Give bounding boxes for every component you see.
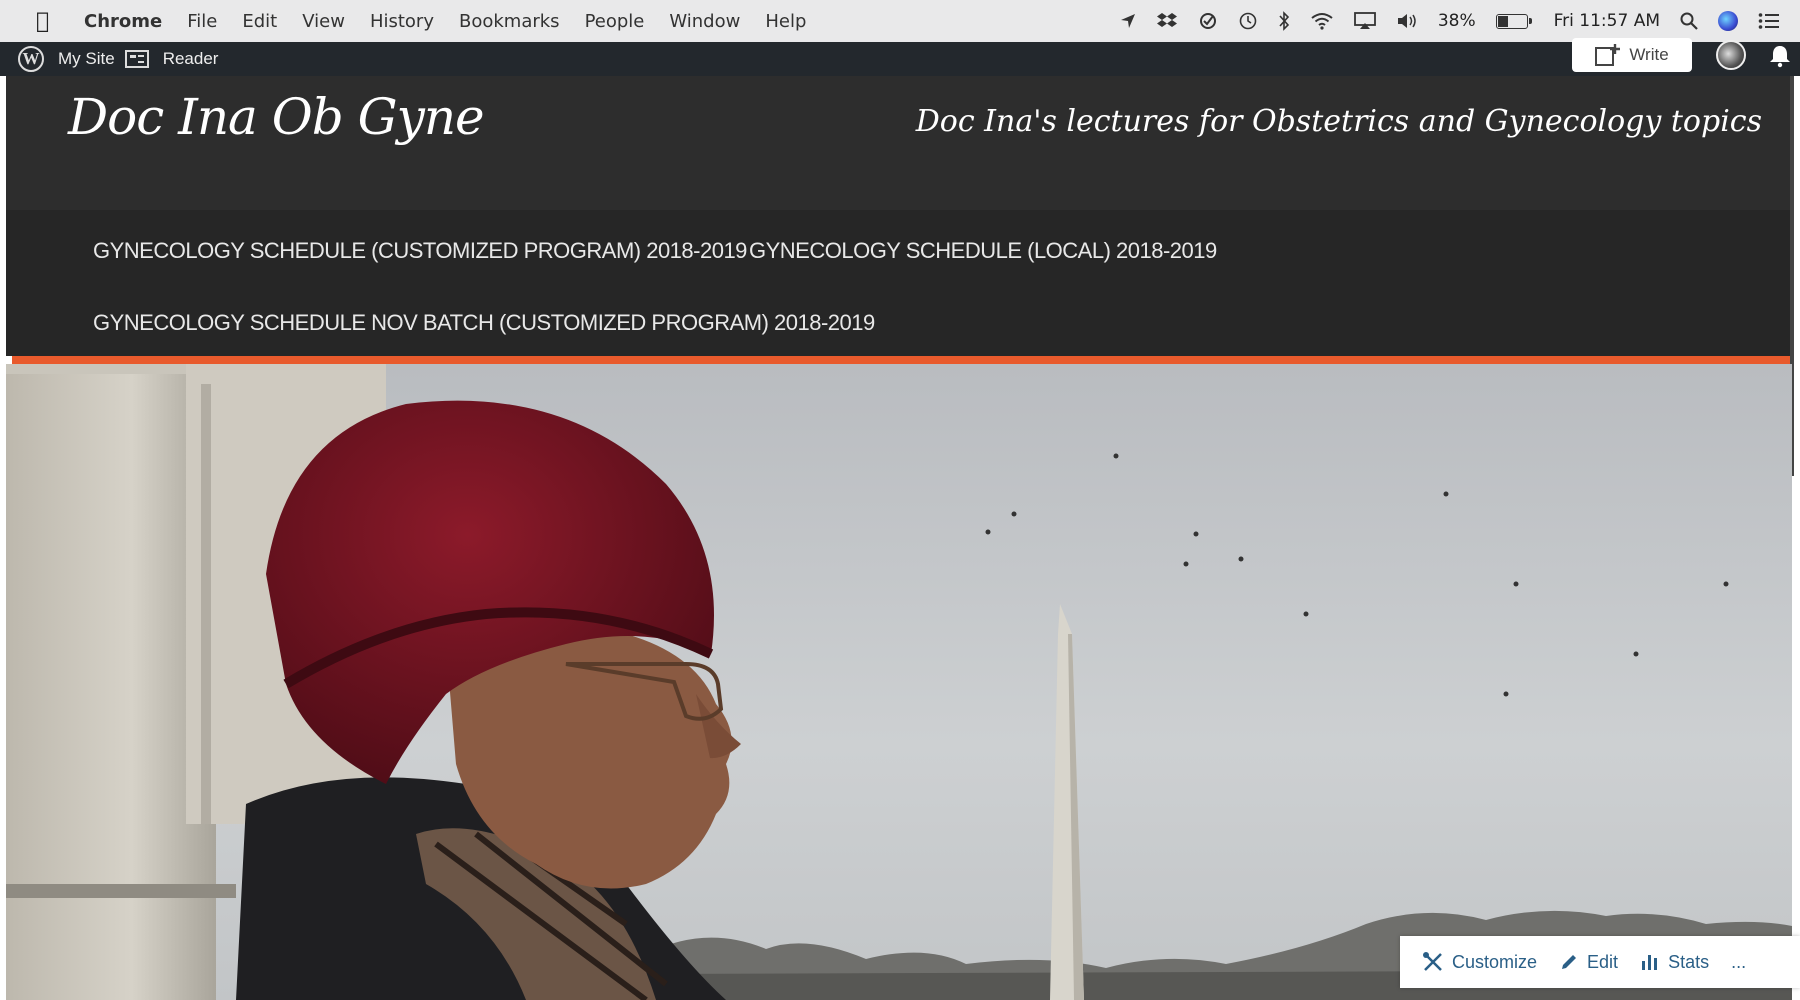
write-button[interactable]: Write (1572, 38, 1692, 72)
header-image (6, 364, 1792, 1000)
site-actions-toolbar: Customize Edit Stats ... (1400, 936, 1800, 988)
menu-view[interactable]: View (302, 11, 345, 32)
airplay-icon[interactable] (1353, 12, 1376, 30)
wordpress-logo-icon[interactable]: W (18, 46, 44, 72)
site-title[interactable]: Doc Ina Ob Gyne (68, 88, 485, 146)
volume-icon[interactable] (1396, 12, 1418, 30)
customize-tools-icon (1423, 952, 1442, 971)
menu-file[interactable]: File (187, 11, 217, 32)
nav-item-gynecology-customized[interactable]: GYNECOLOGY SCHEDULE (CUSTOMIZED PROGRAM)… (93, 238, 747, 264)
user-avatar[interactable] (1716, 40, 1746, 70)
menu-bookmarks[interactable]: Bookmarks (459, 11, 560, 32)
main-navigation: GYNECOLOGY SCHEDULE (CUSTOMIZED PROGRAM)… (6, 210, 1792, 356)
menu-items: Chrome File Edit View History Bookmarks … (62, 11, 806, 32)
menu-history[interactable]: History (370, 11, 434, 32)
new-post-icon (1595, 44, 1621, 66)
site-header: Doc Ina Ob Gyne Doc Ina's lectures for O… (6, 76, 1792, 210)
write-button-label: Write (1629, 45, 1669, 64)
battery-percent[interactable]: 38% (1438, 11, 1476, 31)
sync-icon[interactable] (1198, 11, 1218, 31)
battery-icon[interactable] (1495, 13, 1532, 29)
more-options-icon[interactable]: ... (1731, 952, 1746, 973)
wordpress-admin-bar: W My Site Reader (0, 42, 1800, 76)
macos-menu-bar:  Chrome File Edit View History Bookmark… (0, 0, 1800, 43)
header-photo (6, 364, 1792, 1000)
stats-bar-chart-icon (1642, 955, 1658, 970)
reader-link[interactable]: Reader (163, 49, 219, 69)
stats-button[interactable]: Stats (1640, 952, 1709, 973)
clock[interactable]: Fri 11:57 AM (1554, 11, 1660, 31)
nav-item-gynecology-nov-batch[interactable]: GYNECOLOGY SCHEDULE NOV BATCH (CUSTOMIZE… (93, 310, 875, 336)
apple-menu-icon[interactable]:  (36, 9, 62, 34)
customize-button[interactable]: Customize (1422, 951, 1537, 973)
spotlight-search-icon[interactable] (1680, 12, 1698, 30)
status-menu-area: 38% Fri 11:57 AM (1120, 0, 1780, 42)
dropbox-icon[interactable] (1156, 12, 1178, 30)
menu-edit[interactable]: Edit (242, 11, 277, 32)
edit-button[interactable]: Edit (1559, 952, 1618, 973)
menu-app-chrome[interactable]: Chrome (84, 11, 162, 32)
menu-window[interactable]: Window (669, 11, 740, 32)
notification-center-icon[interactable] (1758, 12, 1780, 30)
reader-icon[interactable] (124, 50, 149, 68)
my-site-link[interactable]: My Site (58, 49, 115, 69)
edit-label: Edit (1587, 951, 1619, 972)
pencil-icon (1562, 955, 1577, 969)
wifi-icon[interactable] (1310, 12, 1334, 30)
location-arrow-icon[interactable] (1120, 13, 1136, 29)
menu-help[interactable]: Help (765, 11, 806, 32)
notifications-bell-icon[interactable] (1768, 44, 1792, 74)
nav-item-gynecology-local[interactable]: GYNECOLOGY SCHEDULE (LOCAL) 2018-2019 (749, 238, 1217, 264)
menu-people[interactable]: People (585, 11, 645, 32)
bluetooth-icon[interactable] (1278, 11, 1290, 31)
stats-label: Stats (1668, 951, 1710, 972)
siri-icon[interactable] (1718, 11, 1738, 31)
customize-label: Customize (1452, 951, 1538, 972)
accent-divider (12, 356, 1792, 364)
time-machine-icon[interactable] (1238, 11, 1258, 31)
site-description: Doc Ina's lectures for Obstetrics and Gy… (915, 104, 1762, 139)
